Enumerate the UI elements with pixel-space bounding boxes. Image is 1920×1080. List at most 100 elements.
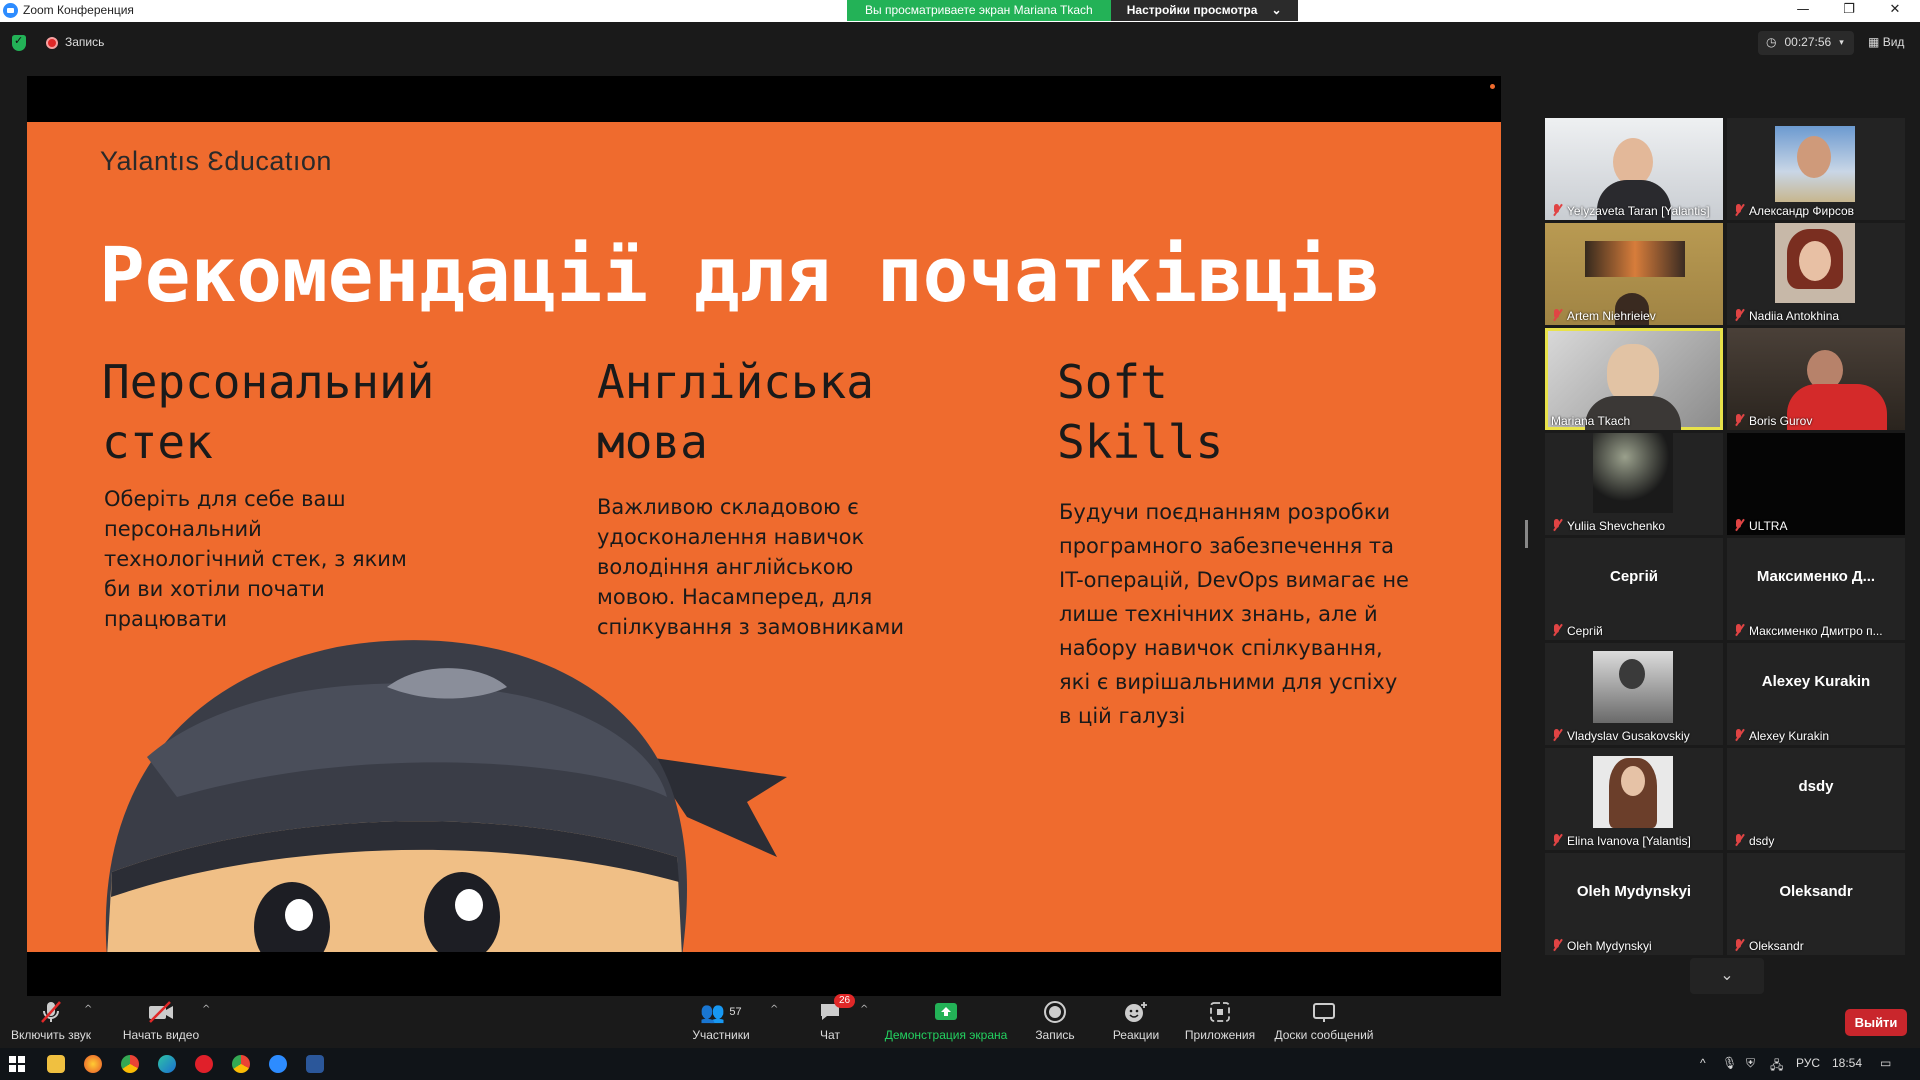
chat-button[interactable]: 26 Чат — [812, 994, 856, 1042]
participant-name: Artem Niehrieiev — [1567, 309, 1656, 323]
participants-count: 57 — [729, 1006, 742, 1018]
muted-mic-icon — [1551, 203, 1563, 217]
chrome-icon[interactable] — [121, 1055, 139, 1073]
whiteboards-button[interactable]: Доски сообщений — [1272, 998, 1376, 1042]
participant-name: Yelyzaveta Taran [Yalantis] — [1567, 204, 1710, 218]
leave-meeting-button[interactable]: Выйти — [1845, 1009, 1907, 1036]
participant-tile[interactable]: Yelyzaveta Taran [Yalantis] — [1545, 118, 1723, 220]
participant-name: Elina Ivanova [Yalantis] — [1567, 834, 1691, 848]
muted-mic-icon — [1551, 308, 1563, 322]
participant-display-name: Oleksandr — [1779, 883, 1853, 900]
reactions-button[interactable]: Реакции — [1108, 998, 1164, 1042]
edge-icon[interactable] — [158, 1055, 176, 1073]
participant-tile[interactable]: Nadiia Antokhina — [1727, 223, 1905, 325]
column-3-body: Будучи поєднанням розробки програмного з… — [1059, 495, 1409, 733]
windows-start-icon[interactable] — [8, 1055, 26, 1073]
participant-name: dsdy — [1749, 834, 1775, 848]
share-screen-label: Демонстрация экрана — [884, 1028, 1008, 1042]
view-options-label: Настройки просмотра — [1126, 3, 1258, 17]
gallery-resize-handle[interactable] — [1525, 520, 1528, 548]
participants-options-caret-icon[interactable]: ^ — [770, 1004, 778, 1015]
participant-name: Максименко Дмитро п... — [1749, 624, 1883, 638]
column-3-line: Будучи поєднанням розробки — [1059, 500, 1391, 524]
clock-time[interactable]: 18:54 — [1832, 1056, 1862, 1070]
participant-tile[interactable]: Александр Фирсов — [1727, 118, 1905, 220]
participant-video — [1593, 433, 1673, 513]
participant-tile[interactable]: Alexey Kurakin Alexey Kurakin — [1727, 643, 1905, 745]
participant-tile[interactable]: Максименко Д... Максименко Дмитро п... — [1727, 538, 1905, 640]
chat-options-caret-icon[interactable]: ^ — [860, 1004, 868, 1015]
keyboard-language[interactable]: РУС — [1796, 1056, 1820, 1070]
participant-tile[interactable]: dsdy dsdy — [1727, 748, 1905, 850]
column-2-line: володіння англійською — [597, 555, 854, 579]
column-1-line: би ви хотіли почати — [104, 577, 325, 601]
participant-name: Yuliia Shevchenko — [1567, 519, 1666, 533]
audio-options-caret-icon[interactable]: ^ — [84, 1004, 92, 1015]
restore-button[interactable]: ❐ — [1826, 0, 1872, 22]
participant-tile[interactable]: Сергій Сергій — [1545, 538, 1723, 640]
minimize-button[interactable]: — — [1780, 0, 1826, 22]
file-explorer-icon[interactable] — [47, 1055, 65, 1073]
apps-button[interactable]: Приложения — [1182, 998, 1258, 1042]
participants-button[interactable]: 👥 57 Участники — [686, 998, 756, 1043]
security-shield-icon[interactable] — [12, 34, 26, 51]
participant-name: Mariana Tkach — [1551, 414, 1631, 428]
participant-video — [1613, 138, 1653, 186]
record-button[interactable]: Запись — [1030, 998, 1080, 1042]
participant-video — [1799, 241, 1831, 281]
firefox-icon[interactable] — [84, 1055, 102, 1073]
participant-display-name: dsdy — [1798, 778, 1834, 795]
participant-video — [1585, 241, 1685, 277]
tray-expand-icon[interactable]: ^ — [1700, 1056, 1706, 1070]
participant-tile[interactable]: Boris Gurov — [1727, 328, 1905, 430]
antivirus-tray-icon[interactable]: ⛨ — [1746, 1056, 1755, 1071]
chat-unread-badge: 26 — [834, 994, 856, 1008]
muted-mic-icon — [1733, 938, 1745, 952]
notifications-icon[interactable]: ▭ — [1880, 1056, 1891, 1070]
close-window-button[interactable]: ✕ — [1872, 0, 1918, 22]
unmute-label: Включить звук — [10, 1028, 92, 1042]
participant-tile[interactable]: Artem Niehrieiev — [1545, 223, 1723, 325]
participant-tile[interactable]: Oleh Mydynskyi Oleh Mydynskyi — [1545, 853, 1723, 955]
view-options-button[interactable]: Настройки просмотра ⌄ — [1110, 0, 1298, 21]
participant-tile[interactable]: ULTRA — [1727, 433, 1905, 535]
gallery-next-page-button[interactable]: ⌄ — [1690, 958, 1764, 994]
viewing-status: Вы просматриваете экран Mariana Tkach — [847, 0, 1111, 21]
shared-screen: Yalantıs Ɛducatıon Рекомендації для поча… — [27, 76, 1501, 996]
participant-tile[interactable]: Vladyslav Gusakovskiy — [1545, 643, 1723, 745]
participant-tile[interactable]: Elina Ivanova [Yalantis] — [1545, 748, 1723, 850]
column-2-heading-line-2: мова — [597, 415, 708, 469]
column-2-body: Важливою складовою є удосконалення навич… — [597, 492, 904, 642]
opera-icon[interactable] — [195, 1055, 213, 1073]
word-icon[interactable] — [306, 1055, 324, 1073]
unmute-button[interactable]: Включить звук — [8, 998, 94, 1042]
participant-name: Alexey Kurakin — [1749, 729, 1830, 743]
muted-mic-icon — [1733, 728, 1745, 742]
column-2-line: мовою. Насамперед, для — [597, 585, 873, 609]
video-off-icon — [149, 1001, 173, 1023]
meeting-timer[interactable]: ◷ 00:27:56 ▾ — [1758, 31, 1854, 55]
zoom-app-icon — [3, 3, 18, 18]
zoom-taskbar-icon[interactable] — [269, 1055, 287, 1073]
column-2-heading-line-1: Англійська — [597, 355, 874, 409]
column-3-line: лише технічних знань, але й — [1059, 602, 1378, 626]
share-screen-button[interactable]: Демонстрация экрана — [884, 998, 1008, 1042]
video-options-caret-icon[interactable]: ^ — [202, 1004, 210, 1015]
chevron-down-icon: ⌄ — [1720, 965, 1734, 984]
column-1-body: Оберіть для себе ваш персональний технол… — [104, 484, 407, 634]
muted-mic-icon — [1733, 623, 1745, 637]
chat-label: Чат — [820, 1028, 840, 1042]
apps-icon — [1210, 1002, 1230, 1022]
participant-tile[interactable]: Oleksandr Oleksandr — [1727, 853, 1905, 955]
chrome-profile-icon[interactable] — [232, 1055, 250, 1073]
whiteboards-label: Доски сообщений — [1274, 1028, 1374, 1042]
participant-video — [1797, 136, 1831, 178]
view-button[interactable]: ▦ Вид — [1868, 35, 1904, 49]
participant-tile-active-speaker[interactable]: Mariana Tkach — [1545, 328, 1723, 430]
network-tray-icon[interactable]: 🖧 — [1770, 1056, 1783, 1077]
microphone-tray-icon[interactable]: 🎙 — [1722, 1056, 1737, 1070]
start-video-button[interactable]: Начать видео — [118, 998, 204, 1042]
record-label: Запись — [1035, 1028, 1075, 1042]
column-1-heading-line-2: стек — [102, 415, 213, 469]
participant-tile[interactable]: Yuliia Shevchenko — [1545, 433, 1723, 535]
